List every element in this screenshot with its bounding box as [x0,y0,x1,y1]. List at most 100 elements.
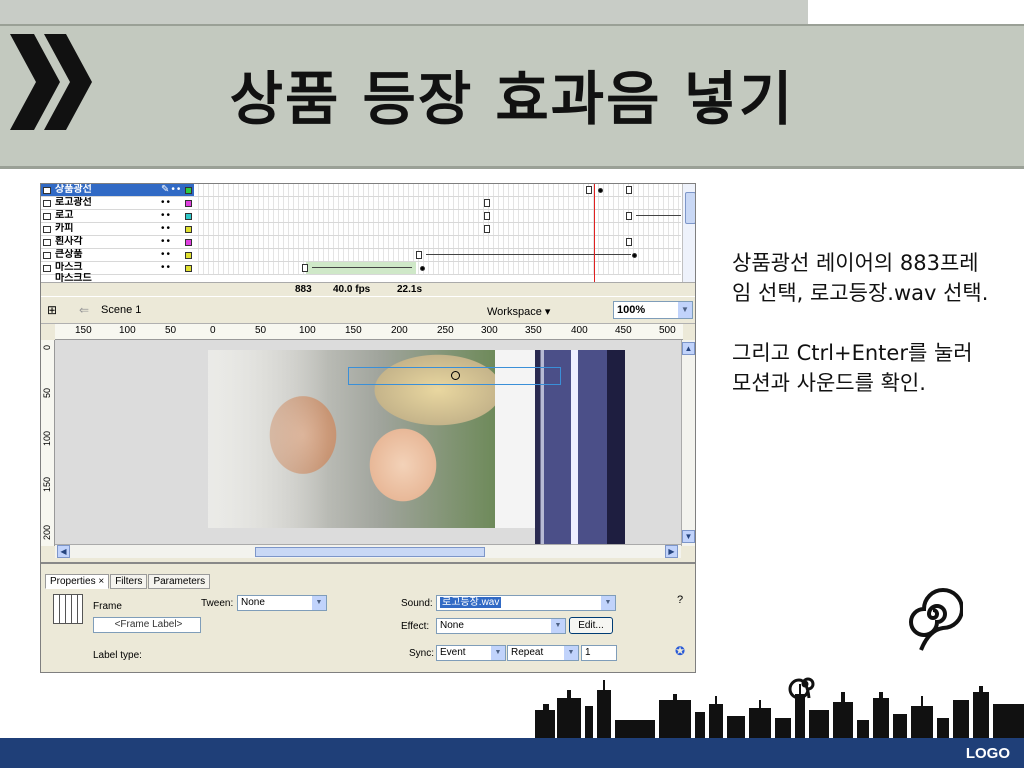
layer-color-box[interactable] [185,265,192,272]
timeline-scrollbar[interactable] [682,184,695,284]
layer-row[interactable]: 로고광선 •• [41,197,681,210]
tween-span [306,262,416,274]
tab-filters[interactable]: Filters [110,574,148,589]
scroll-left-arrow[interactable]: ◀ [57,545,70,558]
layer-icon [43,200,51,207]
logo-text: LOGO [965,745,1010,762]
layer-color-box[interactable] [185,239,192,246]
repeat-select[interactable]: Repeat ▼ [507,645,579,661]
layer-visibility-dots[interactable]: ✎•• [161,184,182,196]
frame-rate: 40.0 fps [333,284,371,295]
layer-visibility-dots[interactable]: •• [161,249,172,261]
layer-frames[interactable] [194,223,681,235]
layer-frames[interactable] [194,210,681,222]
vertical-ruler: 0 50 100 150 200 [41,340,55,546]
edit-bar: ⊞ ⇐ Scene 1 Workspace ▾ 100% ▼ [41,298,695,324]
elapsed-time: 22.1s [397,284,423,295]
layer-visibility-dots[interactable]: •• [161,236,172,248]
tween-select[interactable]: None ▼ [237,595,327,611]
layer-visibility-dots[interactable]: •• [161,197,172,209]
tween-label: Tween: [201,598,234,609]
effect-select[interactable]: None ▼ [436,618,566,634]
layer-name: 상품광선 [55,184,163,196]
keyframe[interactable] [484,225,490,233]
scroll-up-arrow[interactable]: ▲ [682,342,695,355]
back-arrow-icon[interactable]: ⇐ [79,303,89,317]
keyframe[interactable] [484,212,490,220]
keyframe[interactable] [626,186,632,194]
layer-name: 큰상품 [55,249,83,260]
layer-icon [43,239,51,246]
city-skyline-decoration [535,680,1024,738]
tab-properties[interactable]: Properties × [45,574,110,589]
layer-icon [43,252,51,259]
spiral-decoration-icon [909,588,963,651]
timeline-panel: 상품광선 ✎•• 로고광선 •• 로고 •• 카피 •• 흰사각 •• 큰상품 … [41,184,695,297]
repeat-count-input[interactable]: 1 [581,645,617,661]
scroll-thumb[interactable] [255,547,485,557]
keyframe[interactable] [484,199,490,207]
layer-row[interactable]: 카피 •• [41,223,681,236]
layer-icon [43,213,51,220]
header-top-strip [0,0,808,26]
layer-row[interactable]: 큰상품 •• [41,249,681,262]
description-step-2: 그리고 Ctrl+Enter를 눌러 모션과 사운드를 확인. [732,341,973,395]
layer-color-box[interactable] [185,200,192,207]
layer-frames[interactable] [194,184,681,196]
layer-visibility-dots[interactable]: •• [161,223,172,235]
sync-select[interactable]: Event ▼ [436,645,506,661]
motion-tween [312,267,412,268]
keyframe[interactable] [626,212,632,220]
layer-frames[interactable] [194,197,681,209]
layer-frames[interactable] [194,262,681,274]
stage-canvas[interactable] [55,340,681,546]
timeline-toggle-icon[interactable]: ⊞ [47,303,57,317]
timeline-status-bar: 883 40.0 fps 22.1s [41,282,695,296]
layer-icon [43,265,51,272]
layer-color-box[interactable] [185,187,192,194]
stage-horizontal-scrollbar[interactable]: ◀ ▶ [55,544,681,558]
scene-name[interactable]: Scene 1 [101,304,141,316]
keyframe[interactable] [420,266,425,271]
layer-icon [43,226,51,233]
frame-label-input[interactable]: <Frame Label> [93,617,201,633]
description-step-1: 상품광선 레이어의 883프레임 선택, 로고등장.wav 선택. [732,251,989,305]
tab-parameters[interactable]: Parameters [148,574,211,589]
scroll-down-arrow[interactable]: ▼ [682,530,695,543]
layer-frames[interactable] [194,236,681,248]
flash-screenshot: 상품광선 ✎•• 로고광선 •• 로고 •• 카피 •• 흰사각 •• 큰상품 … [40,183,696,673]
layer-name: 흰사각 [55,236,83,247]
slide-title: 상품 등장 효과음 넣기 [229,65,795,133]
frame-type-icon [53,594,83,624]
motion-tween [636,215,681,216]
layer-row[interactable]: 로고 •• [41,210,681,223]
keyframe[interactable] [586,186,592,194]
layer-color-box[interactable] [185,226,192,233]
scroll-right-arrow[interactable]: ▶ [665,545,678,558]
layer-color-box[interactable] [185,252,192,259]
sync-label: Sync: [409,648,435,659]
keyframe[interactable] [416,251,422,259]
current-frame: 883 [295,284,312,295]
layer-row[interactable]: 상품광선 ✎•• [41,184,681,197]
keyframe[interactable] [302,264,308,272]
layer-visibility-dots[interactable]: •• [161,210,172,222]
workspace-menu[interactable]: Workspace ▾ [487,305,550,318]
layer-color-box[interactable] [185,213,192,220]
layer-frames[interactable] [194,249,681,261]
keyframe[interactable] [598,188,603,193]
zoom-select[interactable]: 100% ▼ [613,301,693,319]
layer-row[interactable]: 흰사각 •• [41,236,681,249]
edit-button[interactable]: Edit... [569,617,613,634]
keyframe[interactable] [626,238,632,246]
sound-label: Sound: [401,598,433,609]
playhead[interactable] [594,184,595,284]
sound-select[interactable]: 로고등장.wav ▼ [436,595,616,611]
stage-vertical-scrollbar[interactable]: ▲ ▼ [681,340,695,546]
motion-tween [426,254,631,255]
layer-name: 로고광선 [55,197,92,208]
help-icon[interactable]: ? [677,594,683,606]
registration-point-icon [451,371,460,380]
accessibility-icon[interactable]: ✪ [675,644,685,658]
keyframe[interactable] [632,253,637,258]
